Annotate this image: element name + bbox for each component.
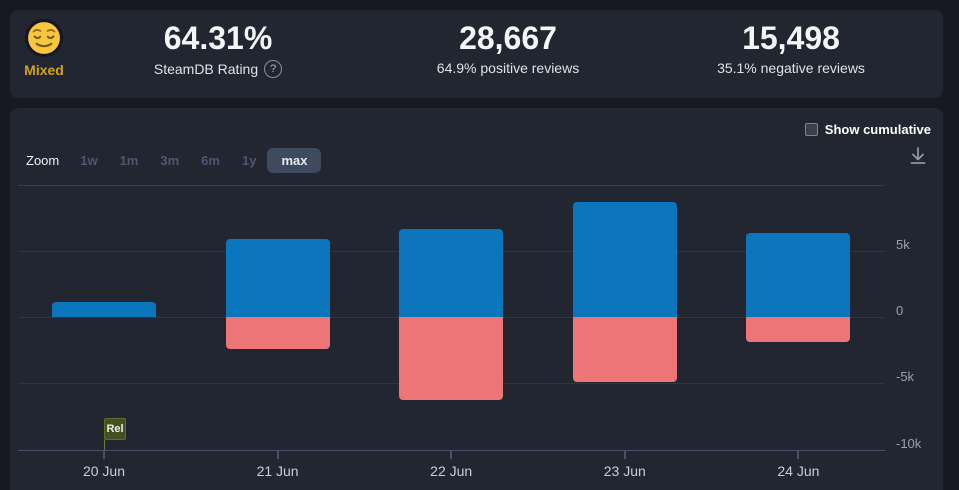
x-axis-label: 24 Jun <box>753 463 843 479</box>
x-axis-label: 20 Jun <box>59 463 149 479</box>
positive-reviews-bar[interactable] <box>573 202 677 317</box>
steamdb-rating-value: 64.31% <box>108 20 328 56</box>
rating-summary-panel: Mixed 64.31% SteamDB Rating ? 28,667 64.… <box>10 10 943 98</box>
axis-tick <box>797 451 799 459</box>
release-marker[interactable]: Rel <box>104 418 126 440</box>
positive-reviews-bar[interactable] <box>226 239 330 317</box>
axis-tick <box>450 451 452 459</box>
x-axis-label: 22 Jun <box>406 463 496 479</box>
positive-reviews-bar[interactable] <box>399 229 503 317</box>
axis-tick <box>624 451 626 459</box>
steamdb-rating-label: SteamDB Rating <box>154 61 258 77</box>
positive-reviews-count: 28,667 <box>398 20 618 56</box>
chart-plot-area: 5k 0 -5k -10k 20 Jun 21 Jun 22 Jun 23 Jun 24 Jun… <box>10 108 943 490</box>
negative-reviews-label: 35.1% negative reviews <box>681 60 901 76</box>
negative-reviews-bar[interactable] <box>399 317 503 400</box>
steamdb-rating-block: 64.31% SteamDB Rating ? <box>108 10 328 98</box>
y-axis-label: -10k <box>896 436 946 452</box>
negative-reviews-block: 15,498 35.1% negative reviews <box>681 10 901 98</box>
help-icon[interactable]: ? <box>264 60 282 78</box>
y-axis-label: 0 <box>896 303 946 319</box>
negative-reviews-bar[interactable] <box>573 317 677 382</box>
positive-reviews-bar[interactable] <box>746 233 850 317</box>
negative-reviews-bar[interactable] <box>226 317 330 349</box>
sentiment-label: Mixed <box>10 62 78 78</box>
x-axis-label: 23 Jun <box>580 463 670 479</box>
positive-reviews-block: 28,667 64.9% positive reviews <box>398 10 618 98</box>
positive-reviews-label: 64.9% positive reviews <box>398 60 618 76</box>
release-marker-line <box>104 440 105 450</box>
axis-tick <box>277 451 279 459</box>
axis-tick <box>103 451 105 459</box>
y-axis-label: -5k <box>896 369 946 385</box>
reviews-chart-panel: Show cumulative Zoom 1w1m3m6m1ymax 5k0-5… <box>10 108 943 490</box>
relieved-emoji-icon <box>10 18 78 60</box>
negative-reviews-count: 15,498 <box>681 20 901 56</box>
positive-reviews-bar[interactable] <box>52 302 156 317</box>
y-axis-label: 5k <box>896 237 946 253</box>
gridline <box>18 185 885 186</box>
sentiment-block: Mixed <box>10 10 78 98</box>
x-axis-label: 21 Jun <box>233 463 323 479</box>
negative-reviews-bar[interactable] <box>746 317 850 342</box>
